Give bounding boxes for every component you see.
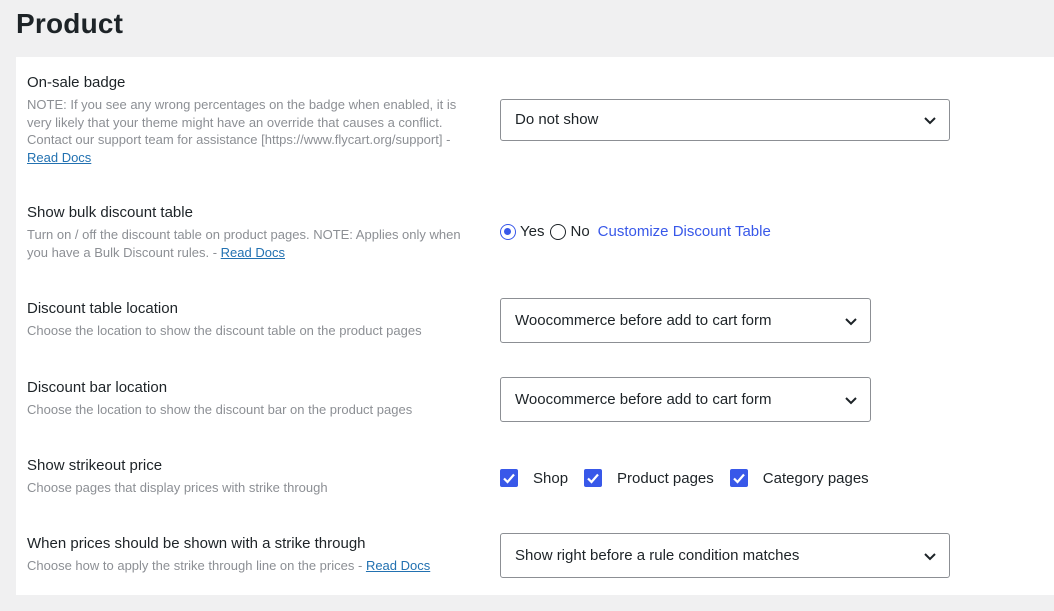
strike-when-select-value: Show right before a rule condition match… (515, 547, 800, 564)
strike-when-desc: Choose how to apply the strike through l… (27, 558, 431, 573)
strike-when-title: When prices should be shown with a strik… (27, 535, 366, 552)
radio-yes[interactable] (500, 223, 516, 240)
table-location-select-value: Woocommerce before add to cart form (515, 312, 772, 329)
chevron-down-icon (845, 397, 857, 405)
table-location-select[interactable]: Woocommerce before add to cart form (500, 298, 871, 343)
table-location-desc: Choose the location to show the discount… (27, 323, 422, 338)
onsale-title: On-sale badge (27, 74, 126, 91)
check-icon (587, 473, 599, 484)
strikeout-desc: Choose pages that display prices with st… (27, 480, 328, 495)
checkbox-product-pages[interactable] (584, 469, 603, 487)
strikeout-title: Show strikeout price (27, 457, 163, 474)
checkbox-shop[interactable] (500, 469, 518, 487)
chevron-down-icon (924, 117, 936, 125)
bulk-read-docs-link[interactable]: Read Docs (221, 245, 285, 260)
onsale-select[interactable]: Do not show (500, 99, 950, 141)
strike-when-select[interactable]: Show right before a rule condition match… (500, 533, 950, 578)
checkbox-category-pages[interactable] (729, 469, 748, 487)
bar-location-desc: Choose the location to show the discount… (27, 402, 413, 417)
bulk-desc: Turn on / off the discount table on prod… (27, 227, 461, 260)
check-icon (503, 473, 515, 484)
settings-panel: On-sale badge NOTE: If you see any wrong… (16, 57, 1054, 595)
bulk-radio-group: Yes No Customize Discount Table (500, 223, 771, 240)
strikeout-checkbox-group: Shop Product pages Category pages (500, 469, 885, 487)
check-icon (733, 473, 745, 484)
radio-no[interactable] (550, 223, 567, 240)
bar-location-select-value: Woocommerce before add to cart form (515, 391, 772, 408)
table-location-title: Discount table location (27, 300, 178, 317)
chevron-down-icon (845, 318, 857, 326)
strike-when-read-docs-link[interactable]: Read Docs (366, 558, 430, 573)
onsale-desc: NOTE: If you see any wrong percentages o… (27, 97, 457, 165)
radio-no-label[interactable]: No (570, 223, 589, 240)
onsale-select-value: Do not show (515, 111, 599, 128)
checkbox-category-pages-label[interactable]: Category pages (763, 470, 869, 487)
page-title: Product (16, 8, 124, 39)
bulk-title: Show bulk discount table (27, 204, 193, 221)
checkbox-product-pages-label[interactable]: Product pages (617, 470, 714, 487)
customize-discount-table-link[interactable]: Customize Discount Table (598, 223, 771, 240)
bar-location-title: Discount bar location (27, 379, 168, 396)
radio-yes-label[interactable]: Yes (520, 223, 544, 240)
checkbox-shop-label[interactable]: Shop (533, 470, 568, 487)
bar-location-select[interactable]: Woocommerce before add to cart form (500, 377, 871, 422)
onsale-read-docs-link[interactable]: Read Docs (27, 150, 91, 165)
chevron-down-icon (924, 553, 936, 561)
